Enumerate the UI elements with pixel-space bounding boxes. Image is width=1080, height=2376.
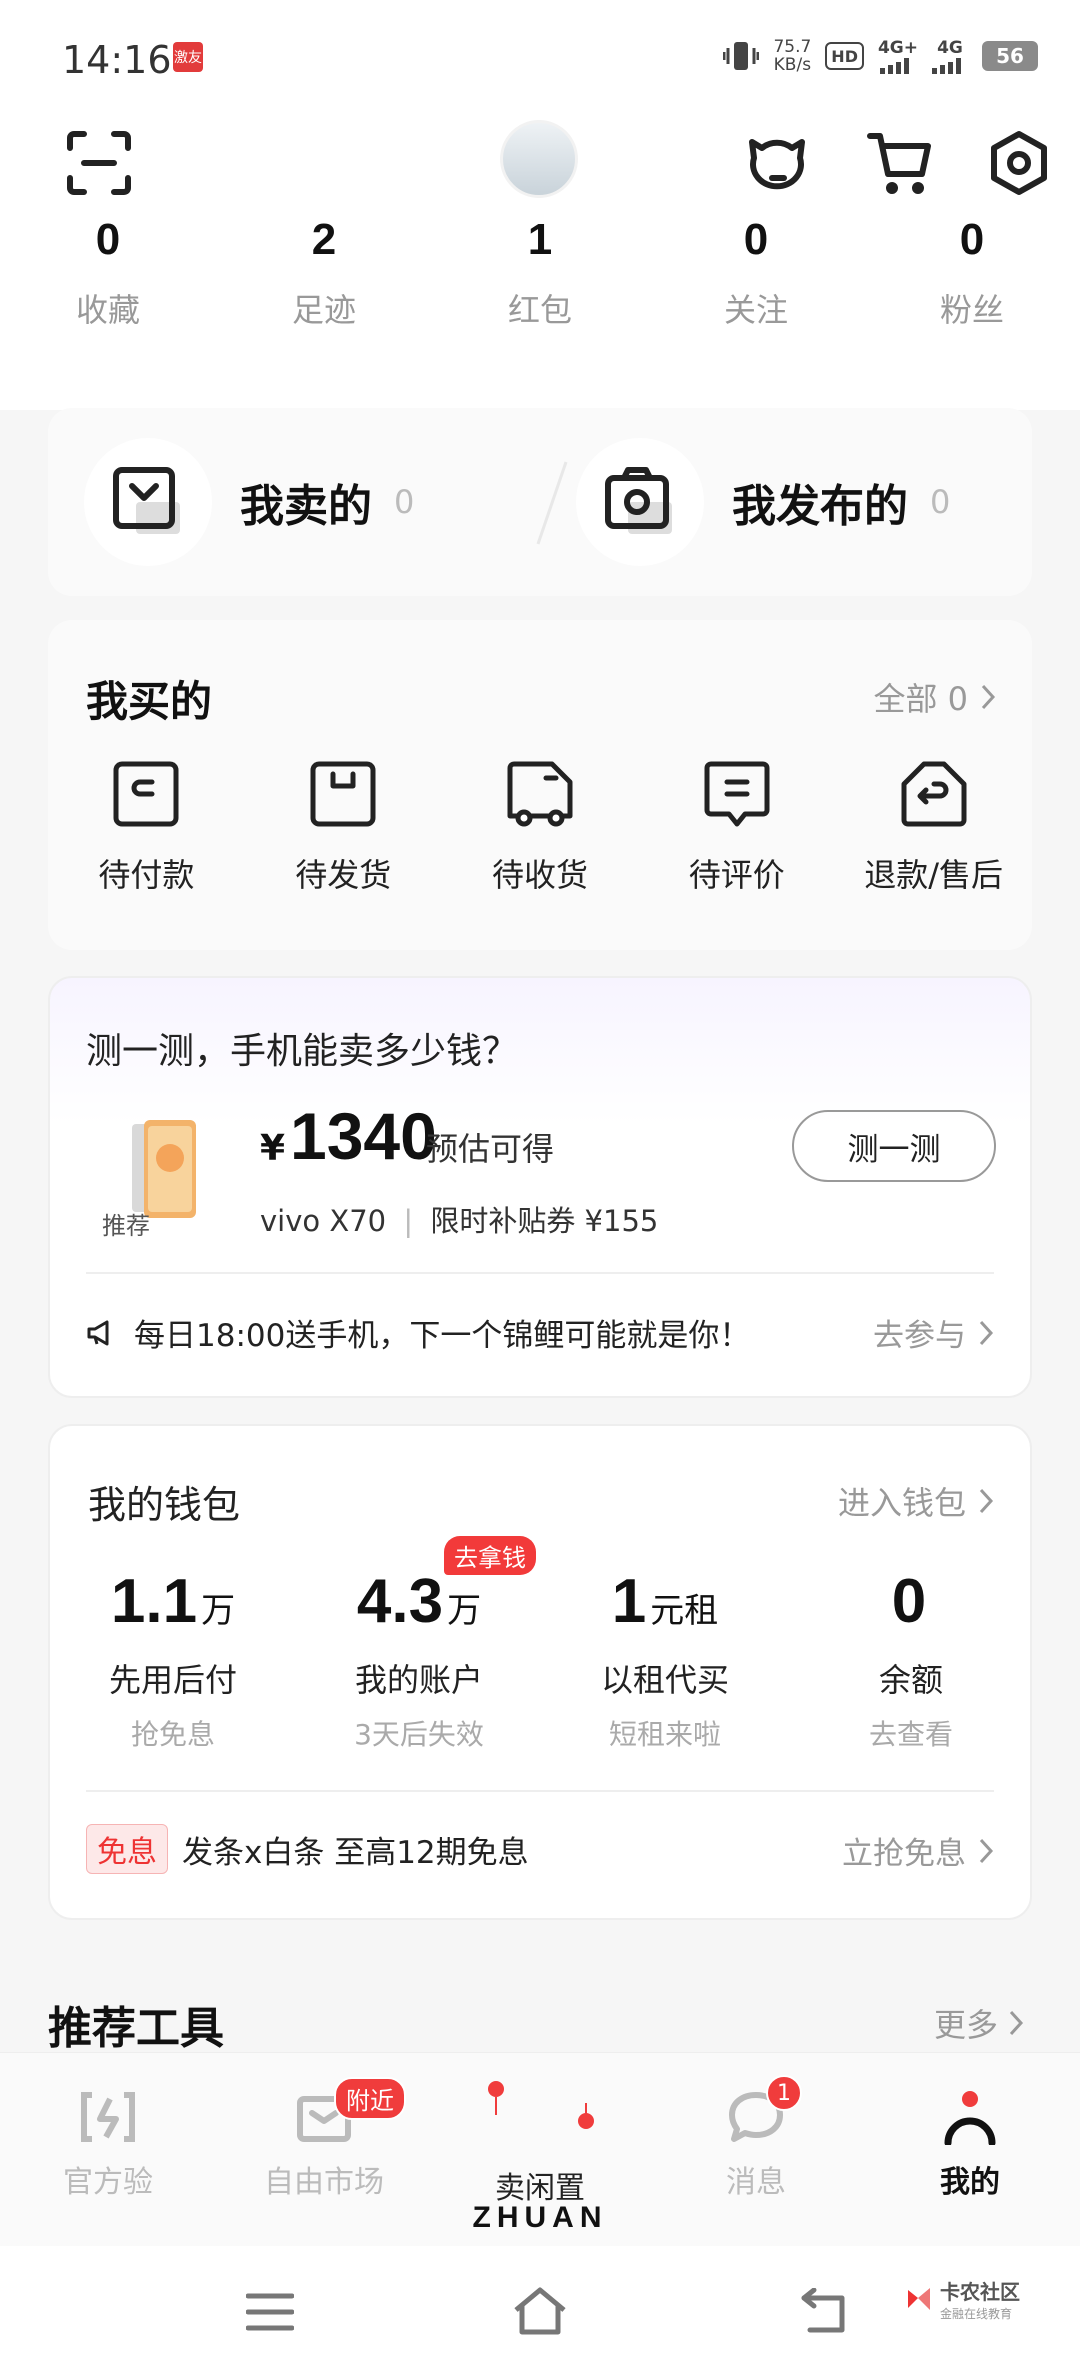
network-speed: 75.7 KB/s xyxy=(773,37,812,75)
stat-red-packets[interactable]: 1 红包 xyxy=(432,215,648,331)
my-published-count: 0 xyxy=(930,483,951,521)
participate-link[interactable]: 去参与 xyxy=(873,1310,994,1355)
chevron-right-icon xyxy=(979,1488,994,1514)
my-sold-count: 0 xyxy=(394,483,415,521)
signal-4g-icon: 4G xyxy=(932,38,968,74)
back-icon[interactable] xyxy=(800,2288,850,2334)
all-orders-link[interactable]: 全部 0 xyxy=(873,674,996,720)
price-note: 预估可得 xyxy=(426,1130,555,1168)
valuate-button[interactable]: 测一测 xyxy=(792,1110,996,1182)
sell-pin-icon xyxy=(488,2081,594,2129)
recommend-label: 推荐 xyxy=(102,1212,150,1240)
divider-slash xyxy=(536,461,568,545)
order-status-row: 待付款 待发货 待收货 待评价 退款/售后 xyxy=(48,760,1032,896)
status-time: 14:16 xyxy=(62,38,172,82)
my-bought-card: 我买的 全部 0 待付款 待发货 待收货 待评价 退款/售后 xyxy=(48,620,1032,950)
settings-icon[interactable] xyxy=(984,128,1054,198)
comment-icon xyxy=(704,761,770,827)
grab-interest-free-link[interactable]: 立抢免息 xyxy=(842,1828,994,1873)
order-pending-shipment[interactable]: 待发货 xyxy=(245,760,442,896)
sold-bag-icon xyxy=(84,438,212,566)
order-pending-review[interactable]: 待评价 xyxy=(638,760,835,896)
interest-free-tag: 免息 xyxy=(86,1824,168,1874)
enter-wallet-link[interactable]: 进入钱包 xyxy=(838,1478,994,1524)
get-money-badge: 去拿钱 xyxy=(444,1536,536,1575)
stat-followers[interactable]: 0 粉丝 xyxy=(864,215,1080,331)
menu-icon[interactable] xyxy=(246,2292,294,2332)
tab-official-inspection[interactable]: 官方验 xyxy=(18,2089,198,2201)
stats-row: 0 收藏 2 足迹 1 红包 0 关注 0 粉丝 xyxy=(0,215,1080,331)
watermark: 卡农社区 金融在线教育 xyxy=(904,2276,1020,2322)
tab-messages[interactable]: 1 消息 xyxy=(666,2075,846,2201)
nearby-badge: 附近 xyxy=(334,2077,406,2120)
my-sold-entry[interactable]: 我卖的 0 xyxy=(84,438,414,566)
my-published-entry[interactable]: 我发布的 0 xyxy=(576,438,950,566)
tools-more-link[interactable]: 更多 xyxy=(934,2000,1024,2046)
tab-sell-idle[interactable]: 卖闲置 ZHUAN xyxy=(440,2053,640,2247)
divider xyxy=(86,1272,994,1274)
stat-favorites[interactable]: 0 收藏 xyxy=(0,215,216,331)
valuation-title: 测一测，手机能卖多少钱？ xyxy=(86,1031,519,1072)
order-pending-receipt[interactable]: 待收货 xyxy=(442,760,639,896)
customer-service-icon[interactable] xyxy=(742,126,812,196)
chevron-right-icon xyxy=(1009,2010,1024,2036)
phone-model: vivo X70 xyxy=(260,1204,387,1238)
box-icon xyxy=(310,761,376,827)
wallet-columns: 1.1 万 先用后付 抢免息 去拿钱 4.3 万 我的账户 3天后失效 1 元租 以租… xyxy=(50,1536,1034,1753)
status-bar: 14:16 激友 75.7 KB/s HD 4G+ 4G 56 xyxy=(0,0,1080,110)
wallet-card: 我的钱包 进入钱包 1.1 万 先用后付 抢免息 去拿钱 4.3 万 我的账户 3天… xyxy=(48,1424,1032,1920)
bottom-tab-bar: 官方验 附近 自由市场 卖闲置 ZHUAN 1 消息 我的 xyxy=(0,2052,1080,2246)
phone-valuation-card: 测一测，手机能卖多少钱？ 推荐 ¥ 1340 预估可得 vivo X70 | 限… xyxy=(48,976,1032,1398)
promo-line: 每日18:00送手机，下一个锦鲤可能就是你！ xyxy=(86,1310,750,1355)
my-published-label: 我发布的 xyxy=(732,481,908,532)
chevron-right-icon xyxy=(981,684,996,710)
megaphone-icon xyxy=(87,1320,109,1345)
return-icon xyxy=(901,761,967,827)
signal-4g-plus-icon: 4G+ xyxy=(878,38,918,74)
chevron-right-icon xyxy=(979,1838,994,1863)
recommended-tools-title: 推荐工具 xyxy=(48,2003,224,2054)
subsidy-coupon: 限时补贴券 ¥155 xyxy=(430,1204,659,1238)
wallet-my-account[interactable]: 去拿钱 4.3 万 我的账户 3天后失效 xyxy=(296,1536,542,1753)
mine-icon xyxy=(944,2091,996,2147)
estimated-price: 1340 xyxy=(290,1099,437,1173)
my-sold-label: 我卖的 xyxy=(240,481,372,532)
wallet-rent-to-own[interactable]: 1 元租 以租代买 短租来啦 xyxy=(542,1566,788,1753)
truck-icon xyxy=(507,761,573,827)
tab-free-market[interactable]: 附近 自由市场 xyxy=(234,2077,414,2201)
avatar[interactable] xyxy=(500,120,578,198)
phone-thumbnail: 推荐 xyxy=(102,1118,232,1240)
sell-publish-card: 我卖的 0 我发布的 0 xyxy=(48,408,1032,596)
vibrate-icon xyxy=(723,42,760,70)
brand-wordmark: ZHUAN xyxy=(472,2201,608,2234)
wallet-title: 我的钱包 xyxy=(88,1483,241,1527)
my-bought-title: 我买的 xyxy=(86,677,213,726)
watermark-logo-icon xyxy=(908,2288,930,2310)
stat-footprints[interactable]: 2 足迹 xyxy=(216,215,432,331)
model-line: vivo X70 | 限时补贴券 ¥155 xyxy=(260,1204,659,1238)
wallet-balance[interactable]: 0 余额 去查看 xyxy=(788,1566,1034,1753)
hd-voice-icon: HD xyxy=(825,42,864,70)
message-count-badge: 1 xyxy=(766,2075,802,2111)
official-inspection-icon xyxy=(81,2092,135,2142)
divider xyxy=(86,1790,994,1792)
order-refund-aftersale[interactable]: 退款/售后 xyxy=(835,760,1032,896)
status-indicators: 75.7 KB/s HD 4G+ 4G 56 xyxy=(723,34,1038,78)
camera-icon xyxy=(576,438,704,566)
wallet-pay-later[interactable]: 1.1 万 先用后付 抢免息 xyxy=(50,1566,296,1753)
home-icon[interactable] xyxy=(512,2286,568,2336)
app-notification-icon: 激友 xyxy=(173,42,203,72)
order-pending-payment[interactable]: 待付款 xyxy=(48,760,245,896)
currency-symbol: ¥ xyxy=(260,1128,286,1169)
wallet-icon xyxy=(113,761,179,827)
chevron-right-icon xyxy=(979,1320,994,1345)
tab-mine[interactable]: 我的 xyxy=(880,2089,1060,2201)
battery-icon: 56 xyxy=(982,41,1038,71)
stat-following[interactable]: 0 关注 xyxy=(648,215,864,331)
scan-icon[interactable] xyxy=(64,128,134,198)
cart-icon[interactable] xyxy=(866,128,936,198)
interest-free-line: 免息 发条x白条 至高12期免息 xyxy=(86,1824,529,1874)
